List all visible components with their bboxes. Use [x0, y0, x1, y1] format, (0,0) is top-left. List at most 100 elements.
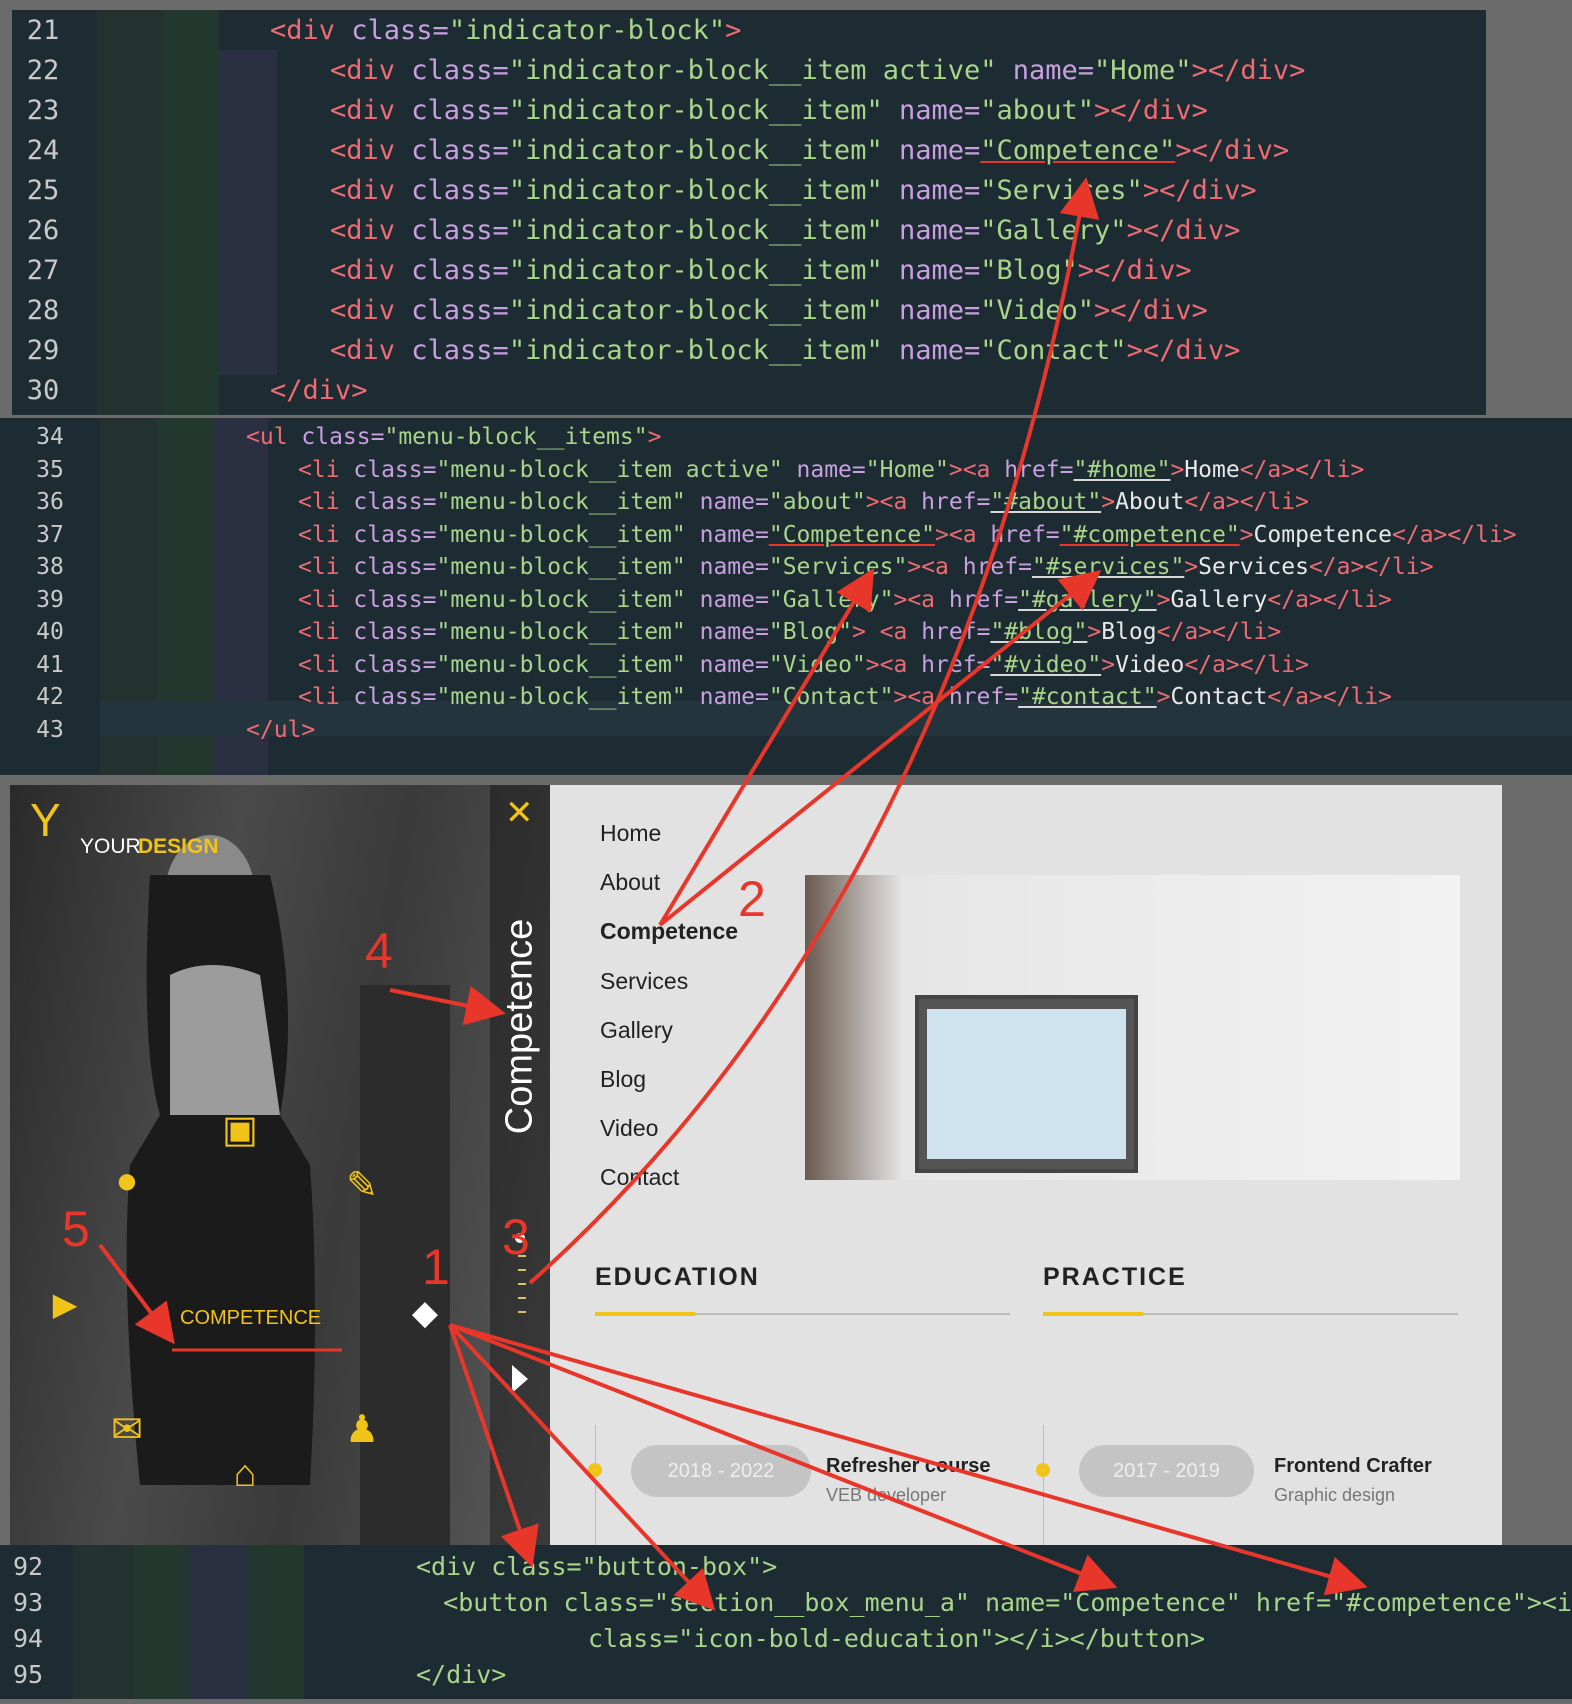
- code-line: 21 <div class= "indicator-block" >: [12, 10, 1486, 50]
- code-line: 25 <div class= "indicator-block__item" nam…: [12, 170, 1486, 210]
- line-number: 94: [12, 1623, 44, 1653]
- annotation-2: 2: [738, 871, 766, 927]
- tab-practice-underline: [1043, 1312, 1143, 1316]
- code-line: 23 <div class= "indicator-block__item" nam…: [12, 90, 1486, 130]
- code-line: 24 <div class= "indicator-block__item" nam…: [12, 130, 1486, 170]
- code-line: 28 <div class= "indicator-block__item" nam…: [12, 290, 1486, 330]
- timeline-dot: [588, 1463, 602, 1477]
- code-line: 38 <li class= "menu-block__item" name= "Ser…: [0, 551, 1572, 584]
- line-number: 92: [12, 1551, 44, 1581]
- code-line: 36 <li class= "menu-block__item" name= "abo…: [0, 486, 1572, 519]
- play-arrow-icon[interactable]: [512, 1365, 528, 1393]
- code-line: 27 <div class= "indicator-block__item" nam…: [12, 250, 1486, 290]
- education-title: Refresher course: [826, 1455, 991, 1477]
- line-number: 41: [36, 651, 64, 678]
- code-line: 43 </ul>: [0, 714, 1572, 747]
- practice-years: 2017 - 2019: [1079, 1445, 1254, 1497]
- code-line: 42 <li class= "menu-block__item" name= "Con…: [0, 681, 1572, 714]
- home-icon[interactable]: ⌂: [220, 1453, 270, 1496]
- logo-mark-icon: Y: [30, 794, 61, 846]
- nav-item-about[interactable]: About: [600, 869, 660, 896]
- tab-education[interactable]: EDUCATION: [595, 1263, 1010, 1316]
- annotation-3: 3: [502, 1209, 530, 1265]
- education-years: 2018 - 2022: [631, 1445, 811, 1497]
- line-number: 22: [26, 54, 60, 86]
- code-line: 37 <li class= "menu-block__item" name= "Com…: [0, 519, 1572, 552]
- sidebar: ✕ Competence: [490, 785, 550, 1545]
- practice-title: Frontend Crafter: [1274, 1455, 1432, 1477]
- logo-text-design: DESIGN: [138, 835, 219, 858]
- timeline-dot: [1036, 1463, 1050, 1477]
- code-line: 40 <li class= "menu-block__item" name= "Blo…: [0, 616, 1572, 649]
- line-number: 29: [26, 334, 60, 366]
- woman-silhouette: [126, 835, 450, 1545]
- monitor: [915, 995, 1138, 1173]
- line-number: 25: [26, 174, 60, 206]
- code-editor-indicator-block: 21 <div class= "indicator-block" >22 <div cl…: [12, 10, 1486, 415]
- education-subtitle: VEB developer: [826, 1485, 947, 1505]
- code-line: 95 </div>: [0, 1656, 1572, 1692]
- code-line: 92 <div class="button-box">: [0, 1548, 1572, 1584]
- line-number: 30: [26, 374, 60, 406]
- practice-subtitle: Graphic design: [1274, 1485, 1396, 1505]
- code-line: 30 </div>: [12, 370, 1486, 410]
- tab-practice-label: PRACTICE: [1043, 1263, 1187, 1291]
- annotation-1: 1: [422, 1239, 450, 1295]
- line-number: 43: [36, 716, 64, 743]
- nav-item-video[interactable]: Video: [600, 1115, 658, 1142]
- nav-item-competence[interactable]: Competence: [600, 918, 738, 945]
- line-number: 21: [26, 14, 60, 46]
- contact-mail-icon[interactable]: ✉: [102, 1407, 152, 1452]
- line-number: 42: [36, 684, 64, 711]
- indicator-dash[interactable]: [518, 1269, 526, 1271]
- indicator-dash[interactable]: [518, 1297, 526, 1299]
- content-panel: Home About Competence Services Gallery Blog Vi…: [550, 785, 1502, 1545]
- code-text: <button class="section__box_menu_a" name…: [443, 1587, 1572, 1617]
- nav-item-services[interactable]: Services: [600, 968, 688, 995]
- line-number: 95: [12, 1659, 44, 1689]
- practice-entry: 2017 - 2019 Frontend Crafter Graphic des…: [1036, 1425, 1459, 1545]
- line-number: 23: [26, 94, 60, 126]
- line-number: 35: [36, 456, 64, 483]
- monitor-screen: [927, 1009, 1126, 1159]
- line-number: 39: [36, 586, 64, 613]
- education-entry: 2018 - 2022 Refresher course VEB develop…: [588, 1425, 1011, 1545]
- code-text: <div class="button-box">: [416, 1551, 778, 1581]
- logo-text-your: YOUR: [80, 835, 141, 858]
- hero-photo: [10, 785, 550, 1545]
- code-text: class="icon-bold-education"></i></button…: [588, 1623, 1206, 1653]
- line-number: 28: [26, 294, 60, 326]
- code-text: </div>: [416, 1659, 507, 1689]
- code-line: 93 <button class="section__box_menu_a" na…: [0, 1584, 1572, 1620]
- code-editor-button-box: 92 <div class="button-box"> 93 <button clas…: [0, 1545, 1572, 1699]
- indicator-dash[interactable]: [518, 1283, 526, 1285]
- indicator-dash[interactable]: [518, 1311, 526, 1313]
- line-number: 26: [26, 214, 60, 246]
- close-icon[interactable]: ✕: [505, 793, 534, 833]
- gallery-icon[interactable]: ▣: [215, 1107, 265, 1152]
- education-icon[interactable]: ◆: [400, 1293, 450, 1333]
- nav-item-contact[interactable]: Contact: [600, 1164, 679, 1191]
- code-editor-menu-block: 34 <ul class= "menu-block__items" >35 <li cl…: [0, 418, 1572, 775]
- line-number: 27: [26, 254, 60, 286]
- code-line: 34 <ul class= "menu-block__items" >: [0, 421, 1572, 454]
- office-photo: [805, 875, 1460, 1180]
- code-line: 26 <div class= "indicator-block__item" nam…: [12, 210, 1486, 250]
- line-number: 36: [36, 489, 64, 516]
- tab-practice[interactable]: PRACTICE: [1043, 1263, 1458, 1316]
- about-person-icon[interactable]: ♟: [337, 1407, 387, 1452]
- services-icon[interactable]: ✎: [337, 1163, 387, 1208]
- video-icon[interactable]: ▶: [40, 1285, 90, 1323]
- code-line: 22 <div class= "indicator-block__item acti…: [12, 50, 1486, 90]
- code-line: 29 <div class= "indicator-block__item" nam…: [12, 330, 1486, 370]
- nav-item-gallery[interactable]: Gallery: [600, 1017, 673, 1044]
- vertical-section-title: Competence: [498, 918, 541, 1135]
- line-number: 93: [12, 1587, 44, 1617]
- annotation-5: 5: [62, 1201, 90, 1257]
- line-number: 40: [36, 619, 64, 646]
- blog-icon[interactable]: ●: [102, 1160, 152, 1203]
- menu-label-competence: COMPETENCE: [180, 1307, 322, 1329]
- nav-item-home[interactable]: Home: [600, 820, 661, 847]
- nav-item-blog[interactable]: Blog: [600, 1066, 646, 1093]
- logo[interactable]: Y YOUR DESIGN: [30, 794, 219, 858]
